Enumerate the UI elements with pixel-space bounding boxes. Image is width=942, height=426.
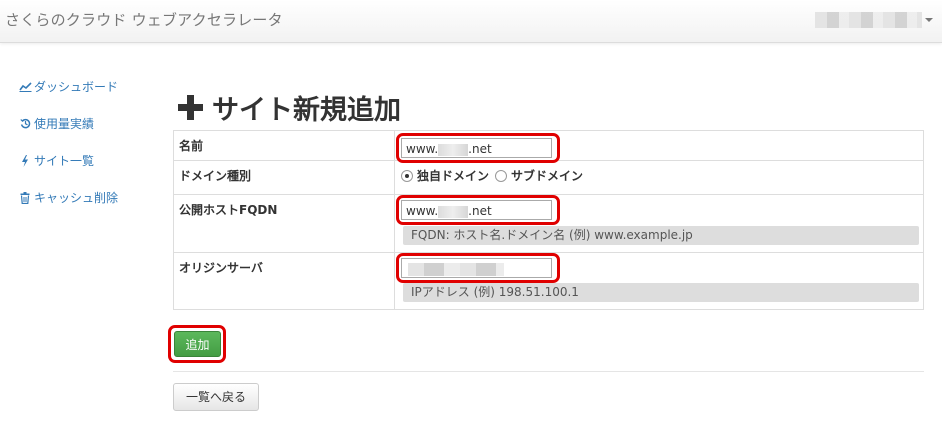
domain-type-label: ドメイン種別 bbox=[173, 160, 395, 195]
history-icon bbox=[18, 118, 32, 129]
radio-subdomain[interactable] bbox=[495, 169, 508, 182]
sidebar-item-label: キャッシュ削除 bbox=[34, 191, 119, 205]
sidebar-item-label: 使用量実績 bbox=[34, 117, 95, 131]
fqdn-label: 公開ホストFQDN bbox=[173, 194, 395, 253]
top-navbar: さくらのクラウド ウェブアクセラレータ bbox=[0, 0, 942, 43]
sidebar-item-sites[interactable]: サイト一覧 bbox=[18, 142, 158, 179]
plus-icon bbox=[178, 95, 203, 120]
origin-label: オリジンサーバ bbox=[173, 252, 395, 310]
line-chart-icon bbox=[18, 81, 32, 92]
sidebar-item-purge-cache[interactable]: キャッシュ削除 bbox=[18, 179, 158, 216]
sidebar-item-label: サイト一覧 bbox=[34, 154, 95, 168]
user-menu[interactable] bbox=[815, 12, 922, 28]
chevron-down-icon[interactable] bbox=[925, 18, 933, 22]
sidebar-item-usage[interactable]: 使用量実績 bbox=[18, 105, 158, 142]
bolt-icon bbox=[18, 154, 32, 167]
name-label: 名前 bbox=[173, 130, 395, 161]
back-to-list-button[interactable]: 一覧へ戻る bbox=[173, 383, 259, 411]
highlight-box bbox=[396, 133, 560, 163]
site-form-table: 名前 www. .net ドメイン種別 独自ドメイン サブドメイン 公開ホストFQ… bbox=[173, 130, 924, 310]
app-brand[interactable]: さくらのクラウド ウェブアクセラレータ bbox=[5, 9, 283, 30]
page-title: サイト新規追加 bbox=[178, 88, 401, 127]
page-title-text: サイト新規追加 bbox=[212, 95, 401, 126]
sidebar-item-dashboard[interactable]: ダッシュボード bbox=[18, 68, 158, 105]
form-row-origin: オリジンサーバ IPアドレス (例) 198.51.100.1 bbox=[173, 252, 924, 310]
add-button[interactable]: 追加 bbox=[174, 331, 221, 357]
domain-type-radio-group: 独自ドメイン サブドメイン bbox=[401, 167, 589, 184]
radio-own-domain[interactable] bbox=[401, 169, 413, 182]
trash-icon bbox=[18, 191, 32, 204]
fqdn-help-text: FQDN: ホスト名.ドメイン名 (例) www.example.jp bbox=[403, 226, 919, 245]
divider bbox=[173, 371, 924, 372]
form-row-fqdn: 公開ホストFQDN www. .net FQDN: ホスト名.ドメイン名 (例) … bbox=[173, 194, 924, 253]
highlight-box bbox=[396, 253, 560, 283]
radio-own-domain-label[interactable]: 独自ドメイン bbox=[417, 167, 489, 184]
radio-subdomain-label[interactable]: サブドメイン bbox=[511, 167, 583, 184]
highlight-box bbox=[396, 195, 560, 225]
form-row-name: 名前 www. .net bbox=[173, 130, 924, 163]
form-row-domain-type: ドメイン種別 独自ドメイン サブドメイン bbox=[173, 160, 924, 195]
origin-help-text: IPアドレス (例) 198.51.100.1 bbox=[403, 283, 919, 302]
sidebar-item-label: ダッシュボード bbox=[34, 80, 119, 94]
sidebar: ダッシュボード 使用量実績 サイト一覧 キャッシュ削除 bbox=[18, 68, 158, 216]
